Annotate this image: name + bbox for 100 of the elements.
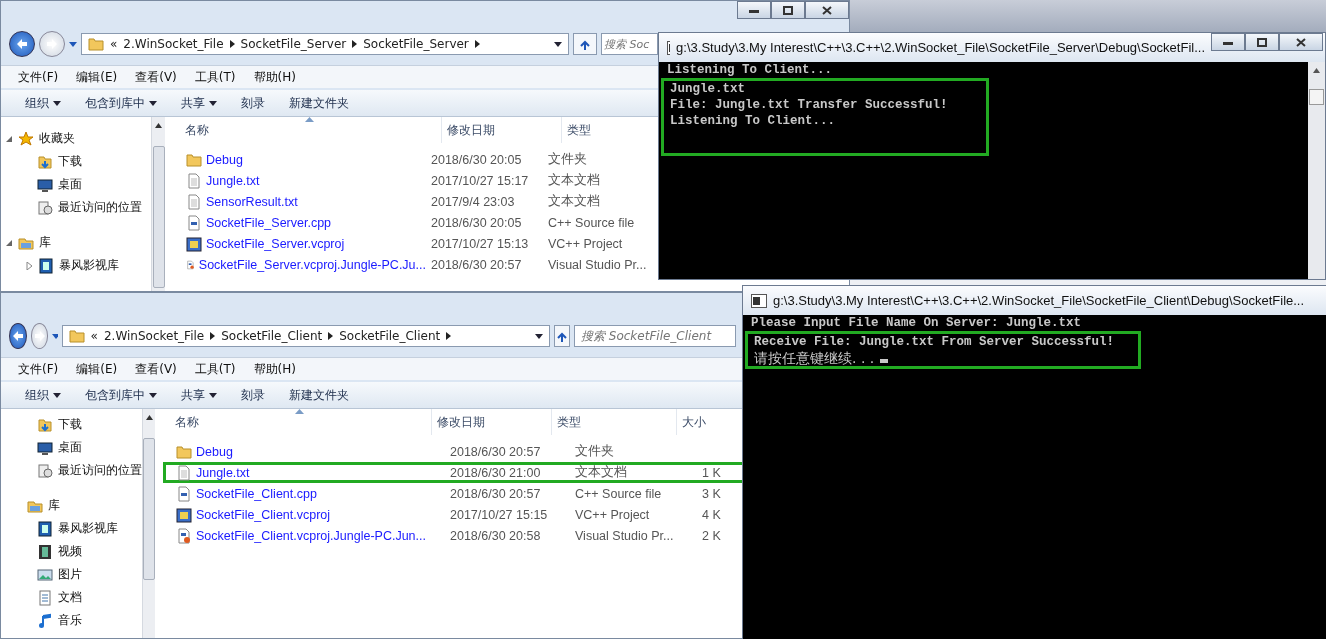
- scrollbar[interactable]: [142, 409, 155, 638]
- menu-item[interactable]: 文件(F): [11, 358, 66, 380]
- address-bar[interactable]: « 2.WinSocket_File SocketFile_Server SocketFile_Server: [81, 33, 569, 55]
- minimize-button[interactable]: [1211, 33, 1245, 51]
- column-header[interactable]: 类型: [562, 117, 657, 143]
- overflow-chevron[interactable]: «: [110, 37, 118, 51]
- dropdown-caret-icon[interactable]: [69, 41, 77, 47]
- breadcrumb[interactable]: SocketFile_Client: [339, 329, 441, 343]
- scroll-thumb[interactable]: [1309, 89, 1324, 105]
- column-header[interactable]: 修改日期: [432, 409, 552, 435]
- nav-item[interactable]: 库: [1, 494, 142, 517]
- file-name: SocketFile_Server.vcproj.Jungle-PC.Ju...: [198, 257, 426, 272]
- nav-item[interactable]: 下载: [1, 150, 151, 173]
- menu-item[interactable]: 帮助(H): [246, 66, 303, 88]
- close-button[interactable]: [805, 1, 849, 19]
- menu-item[interactable]: 文件(F): [11, 66, 66, 88]
- toolbar-button[interactable]: 新建文件夹: [281, 91, 357, 115]
- toolbar-button[interactable]: 共享: [173, 91, 225, 115]
- scroll-up-arrow-icon[interactable]: [145, 415, 153, 420]
- breadcrumb[interactable]: 2.WinSocket_File: [103, 329, 205, 343]
- nav-item[interactable]: 桌面: [1, 436, 142, 459]
- toolbar-button[interactable]: 组织: [17, 91, 69, 115]
- file-row[interactable]: SocketFile_Client.vcproj 2017/10/27 15:15 VC++ Project 4 K: [163, 504, 744, 525]
- collapsed-arrow-icon[interactable]: [25, 261, 33, 270]
- file-row[interactable]: Jungle.txt 2018/6/30 21:00 文本文档 1 K: [163, 462, 744, 483]
- column-header[interactable]: 类型: [552, 409, 677, 435]
- nav-item[interactable]: 桌面: [1, 173, 151, 196]
- toolbar-button[interactable]: 包含到库中: [77, 383, 165, 407]
- nav-item[interactable]: 音乐: [1, 609, 142, 632]
- film-icon: [37, 543, 53, 560]
- date-cell-text: 2018/6/30 21:00: [449, 465, 542, 480]
- scroll-thumb[interactable]: [152, 146, 165, 288]
- expanded-arrow-icon[interactable]: [5, 134, 13, 143]
- menu-item[interactable]: 编辑(E): [69, 358, 125, 380]
- toolbar-button[interactable]: 共享: [173, 383, 225, 407]
- menu-item[interactable]: 编辑(E): [69, 66, 125, 88]
- nav-item[interactable]: 收藏夹: [1, 127, 151, 150]
- column-header[interactable]: 大小: [677, 409, 737, 435]
- file-row[interactable]: Jungle.txt 2017/10/27 15:17 文本文档: [173, 170, 603, 191]
- file-row[interactable]: SocketFile_Client.cpp 2018/6/30 20:57 C++ Source file 3 K: [163, 483, 744, 504]
- scroll-thumb[interactable]: [143, 438, 155, 580]
- nav-item[interactable]: 暴风影视库: [1, 254, 151, 277]
- expanded-arrow-icon[interactable]: [5, 238, 13, 247]
- file-row[interactable]: Debug 2018/6/30 20:05 文件夹: [173, 149, 590, 170]
- nav-item[interactable]: 视频: [1, 540, 142, 563]
- console-line: Listening To Client...: [670, 114, 836, 128]
- refresh-button[interactable]: [573, 33, 597, 55]
- refresh-button[interactable]: [553, 325, 570, 347]
- file-row[interactable]: SensorResult.txt 2017/9/4 23:03 文本文档: [173, 191, 603, 212]
- file-row[interactable]: SocketFile_Server.vcproj 2017/10/27 15:13 VC++ Project: [173, 233, 626, 254]
- file-row[interactable]: SocketFile_Server.vcproj.Jungle-PC.Ju... 2018/6/30 20:57 Visual Studio Pr...: [173, 254, 650, 275]
- maximize-button[interactable]: [771, 1, 805, 19]
- type-cell-text: 文件夹: [547, 151, 587, 168]
- menu-item[interactable]: 查看(V): [128, 358, 184, 380]
- file-row[interactable]: SocketFile_Client.vcproj.Jungle-PC.Jun... 2018/6/30 20:58 Visual Studio Pr... 2 K: [163, 525, 744, 546]
- forward-arrow-icon: [46, 38, 58, 50]
- maximize-button[interactable]: [1245, 33, 1279, 51]
- caret-icon[interactable]: [554, 41, 562, 47]
- file-name: SocketFile_Client.vcproj: [196, 507, 331, 522]
- toolbar-button[interactable]: 刻录: [233, 383, 273, 407]
- address-bar[interactable]: « 2.WinSocket_File SocketFile_Client SocketFile_Client: [61, 325, 550, 347]
- menu-item[interactable]: 工具(T): [187, 66, 243, 88]
- toolbar-button[interactable]: 刻录: [233, 91, 273, 115]
- nav-item[interactable]: 最近访问的位置: [1, 196, 151, 219]
- folder-icon: [176, 443, 192, 460]
- overflow-chevron[interactable]: «: [90, 329, 98, 343]
- menu-item[interactable]: 帮助(H): [246, 358, 303, 380]
- minimize-button[interactable]: [737, 1, 771, 19]
- search-field[interactable]: 搜索 Soc: [601, 33, 658, 55]
- text-file-icon: [186, 172, 202, 189]
- menu-item[interactable]: 查看(V): [128, 66, 184, 88]
- file-row[interactable]: Debug 2018/6/30 20:57 文件夹: [163, 441, 700, 462]
- caret-icon[interactable]: [534, 333, 543, 339]
- menu-item[interactable]: 工具(T): [187, 358, 243, 380]
- search-field[interactable]: 搜索 SocketFile_Client: [574, 325, 736, 347]
- breadcrumb[interactable]: SocketFile_Server: [363, 37, 469, 51]
- toolbar-button[interactable]: 新建文件夹: [281, 383, 357, 407]
- back-button[interactable]: [9, 323, 27, 349]
- breadcrumb[interactable]: 2.WinSocket_File: [123, 37, 224, 51]
- column-header[interactable]: 修改日期: [442, 117, 562, 143]
- nav-item[interactable]: 下载: [1, 413, 142, 436]
- nav-item[interactable]: 图片: [1, 563, 142, 586]
- toolbar-button[interactable]: 包含到库中: [77, 91, 165, 115]
- back-button[interactable]: [9, 31, 35, 57]
- scroll-up-arrow-icon[interactable]: [155, 123, 162, 128]
- nav-item[interactable]: 暴风影视库: [1, 517, 142, 540]
- scroll-up-arrow-icon[interactable]: [1313, 68, 1320, 73]
- close-button[interactable]: [1279, 33, 1323, 51]
- nav-item[interactable]: 库: [1, 231, 151, 254]
- nav-item[interactable]: 最近访问的位置: [1, 459, 142, 482]
- scrollbar[interactable]: [1308, 62, 1325, 279]
- nav-item[interactable]: 文档: [1, 586, 142, 609]
- toolbar-button[interactable]: 组织: [17, 383, 69, 407]
- breadcrumb[interactable]: SocketFile_Client: [221, 329, 323, 343]
- file-row[interactable]: SocketFile_Server.cpp 2018/6/30 20:05 C++ Source file: [173, 212, 638, 233]
- scrollbar[interactable]: [151, 117, 165, 291]
- file-name: Jungle.txt: [206, 173, 260, 188]
- breadcrumb[interactable]: SocketFile_Server: [240, 37, 347, 51]
- dropdown-caret-icon[interactable]: [52, 333, 58, 339]
- recent-places-icon: [37, 462, 53, 479]
